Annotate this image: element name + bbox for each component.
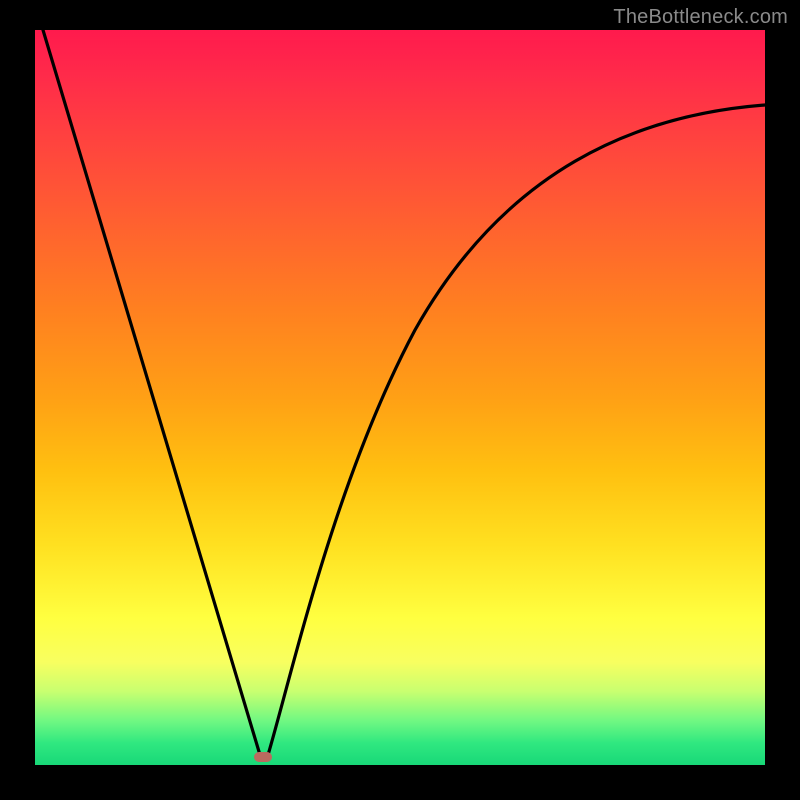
watermark-label: TheBottleneck.com — [613, 6, 788, 29]
bottleneck-curve — [35, 30, 765, 765]
optimal-point-marker — [254, 752, 272, 762]
plot-area — [35, 30, 765, 765]
curve-path — [43, 30, 765, 759]
chart-frame: TheBottleneck.com — [0, 0, 800, 800]
